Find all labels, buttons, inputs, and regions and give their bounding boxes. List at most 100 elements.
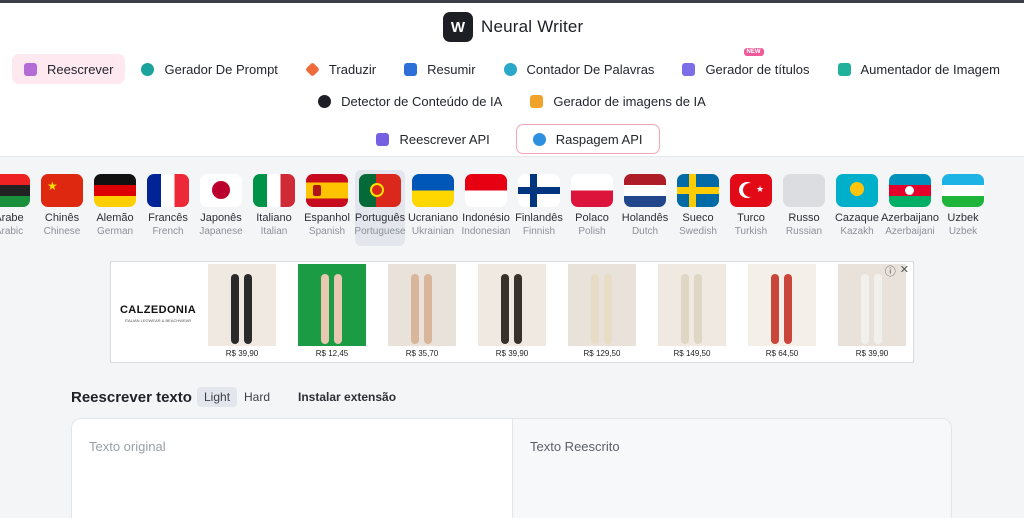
ad-banner[interactable]: CALZEDONIA ITALIAN LEGWEAR & BEACHWEAR R… <box>110 261 914 363</box>
language-option-swedish[interactable]: Sueco Swedish <box>673 170 723 246</box>
ad-product-price: R$ 39,90 <box>495 349 529 358</box>
language-name: Ucraniano <box>407 212 459 224</box>
flag-swedish-icon <box>677 174 719 207</box>
language-option-german[interactable]: Alemão German <box>90 170 140 246</box>
neural-writer-logo-icon: W <box>443 12 473 42</box>
nav-item-aumentador-de-imagem[interactable]: Aumentador de Imagem <box>826 54 1012 84</box>
ad-product[interactable]: R$ 129,50 <box>568 264 636 360</box>
language-name: Russo <box>788 212 820 224</box>
close-icon[interactable]: ✕ <box>900 263 909 279</box>
language-english-name: Finnish <box>522 226 556 237</box>
wand-icon <box>682 62 696 76</box>
ad-product[interactable]: R$ 39,90 <box>208 264 276 360</box>
ad-product[interactable]: R$ 12,45 <box>298 264 366 360</box>
nav-item-traduzir[interactable]: Traduzir <box>294 54 388 84</box>
language-option-indonesian[interactable]: Indonésio Indonesian <box>461 170 511 246</box>
flag-azerbaijani-icon <box>889 174 931 207</box>
ad-product[interactable]: R$ 35,70 <box>388 264 456 360</box>
ad-product-image <box>748 264 816 346</box>
ad-product[interactable]: R$ 149,50 <box>658 264 726 360</box>
ad-brand-name: CALZEDONIA <box>119 304 197 316</box>
nav-item-label: Gerador de imagens de IA <box>553 93 706 109</box>
flag-kazakh-icon <box>836 174 878 207</box>
rewrite-icon <box>24 62 38 76</box>
language-name: Indonésio <box>462 212 510 224</box>
language-option-portuguese[interactable]: Português Portuguese <box>354 170 406 246</box>
original-text-placeholder: Texto original <box>89 439 166 454</box>
language-option-polish[interactable]: Polaco Polish <box>567 170 617 246</box>
language-option-chinese[interactable]: ★ Chinês Chinese <box>37 170 87 246</box>
flag-portuguese-icon <box>359 174 401 207</box>
header: W Neural Writer Reescrever Gerador De Pro… <box>0 3 1024 157</box>
language-name: Árabe <box>0 212 24 224</box>
new-badge: NEW <box>743 48 764 56</box>
nav-item-resumir[interactable]: Resumir <box>392 54 487 84</box>
logo[interactable]: W Neural Writer <box>443 12 583 42</box>
language-option-japanese[interactable]: Japonês Japanese <box>196 170 246 246</box>
language-option-arabic[interactable]: Árabe Arabic <box>0 170 34 246</box>
install-extension-link[interactable]: Instalar extensão <box>298 390 396 404</box>
ad-product-image <box>478 264 546 346</box>
original-text-area[interactable]: Texto original <box>72 419 513 518</box>
ad-product-price: R$ 12,45 <box>315 349 349 358</box>
language-option-italian[interactable]: Italiano Italian <box>249 170 299 246</box>
nav-item-detector-de-conte-do-de-ia[interactable]: Detector de Conteúdo de IA <box>306 86 514 116</box>
language-option-uzbek[interactable]: Uzbek Uzbek <box>938 170 988 246</box>
nav-row-secondary: Detector de Conteúdo de IA Gerador de ima… <box>0 86 1024 116</box>
ad-product-image <box>208 264 276 346</box>
ad-product-image <box>298 264 366 346</box>
mode-light-button[interactable]: Light <box>197 387 238 407</box>
language-english-name: German <box>96 226 134 237</box>
flag-russian-icon <box>783 174 825 207</box>
language-option-dutch[interactable]: Holandês Dutch <box>620 170 670 246</box>
nav-item-gerador-de-t-tulos[interactable]: Gerador de títulos NEW <box>670 48 821 84</box>
mode-hard-button[interactable]: Hard <box>237 387 277 407</box>
language-option-ukrainian[interactable]: Ucraniano Ukrainian <box>408 170 458 246</box>
openai-icon <box>141 62 155 76</box>
ad-product[interactable]: R$ 64,50 <box>748 264 816 360</box>
language-option-turkish[interactable]: ★ Turco Turkish <box>726 170 776 246</box>
language-name: Português <box>354 212 406 224</box>
flag-arabic-icon <box>0 174 30 207</box>
rewritten-text-area: Texto Reescrito <box>513 419 951 518</box>
rewrite-editor: Texto original Texto Reescrito <box>71 418 952 518</box>
nav-item-label: Resumir <box>427 61 476 77</box>
language-english-name: Uzbek <box>948 226 978 237</box>
nav-item-gerador-de-prompt[interactable]: Gerador De Prompt <box>129 54 289 84</box>
language-name: Turco <box>737 212 765 224</box>
language-option-russian[interactable]: Russo Russian <box>779 170 829 246</box>
ad-brand[interactable]: CALZEDONIA ITALIAN LEGWEAR & BEACHWEAR <box>117 304 199 323</box>
language-english-name: French <box>152 226 184 237</box>
flag-french-icon <box>147 174 189 207</box>
info-icon[interactable]: ⓘ <box>885 263 896 279</box>
language-option-french[interactable]: Francês French <box>143 170 193 246</box>
nav-item-reescrever[interactable]: Reescrever <box>12 54 126 84</box>
nav-item-gerador-de-imagens-de-ia[interactable]: Gerador de imagens de IA <box>518 86 717 116</box>
ad-product-price: R$ 35,70 <box>405 349 439 358</box>
globe-icon <box>532 132 546 146</box>
language-name: Sueco <box>682 212 714 224</box>
language-option-kazakh[interactable]: Cazaque Kazakh <box>832 170 882 246</box>
flag-spanish-icon <box>306 174 348 207</box>
language-english-name: Kazakh <box>840 226 874 237</box>
language-option-finnish[interactable]: Finlandês Finnish <box>514 170 564 246</box>
ad-product-price: R$ 149,50 <box>673 349 711 358</box>
language-english-name: Turkish <box>734 226 768 237</box>
ad-product-price: R$ 129,50 <box>583 349 621 358</box>
language-name: Holandês <box>621 212 669 224</box>
language-name: Polaco <box>575 212 609 224</box>
nav-item-raspagem-api[interactable]: Raspagem API <box>515 124 660 154</box>
nav-item-contador-de-palavras[interactable]: Contador De Palavras <box>492 54 667 84</box>
nav-item-reescrever-api[interactable]: Reescrever API <box>364 124 501 154</box>
nav-item-label: Traduzir <box>328 61 377 77</box>
language-option-azerbaijani[interactable]: Azerbaijano Azerbaijani <box>881 170 939 246</box>
language-english-name: Ukrainian <box>411 226 455 237</box>
language-english-name: Chinese <box>43 226 81 237</box>
ad-product-price: R$ 64,50 <box>765 349 799 358</box>
language-option-spanish[interactable]: Espanhol Spanish <box>302 170 352 246</box>
ad-product[interactable]: R$ 39,90 <box>478 264 546 360</box>
ad-product-image <box>388 264 456 346</box>
ad-brand-tagline: ITALIAN LEGWEAR & BEACHWEAR <box>124 318 192 323</box>
language-name: Uzbek <box>947 212 979 224</box>
language-english-name: Polish <box>578 226 606 237</box>
